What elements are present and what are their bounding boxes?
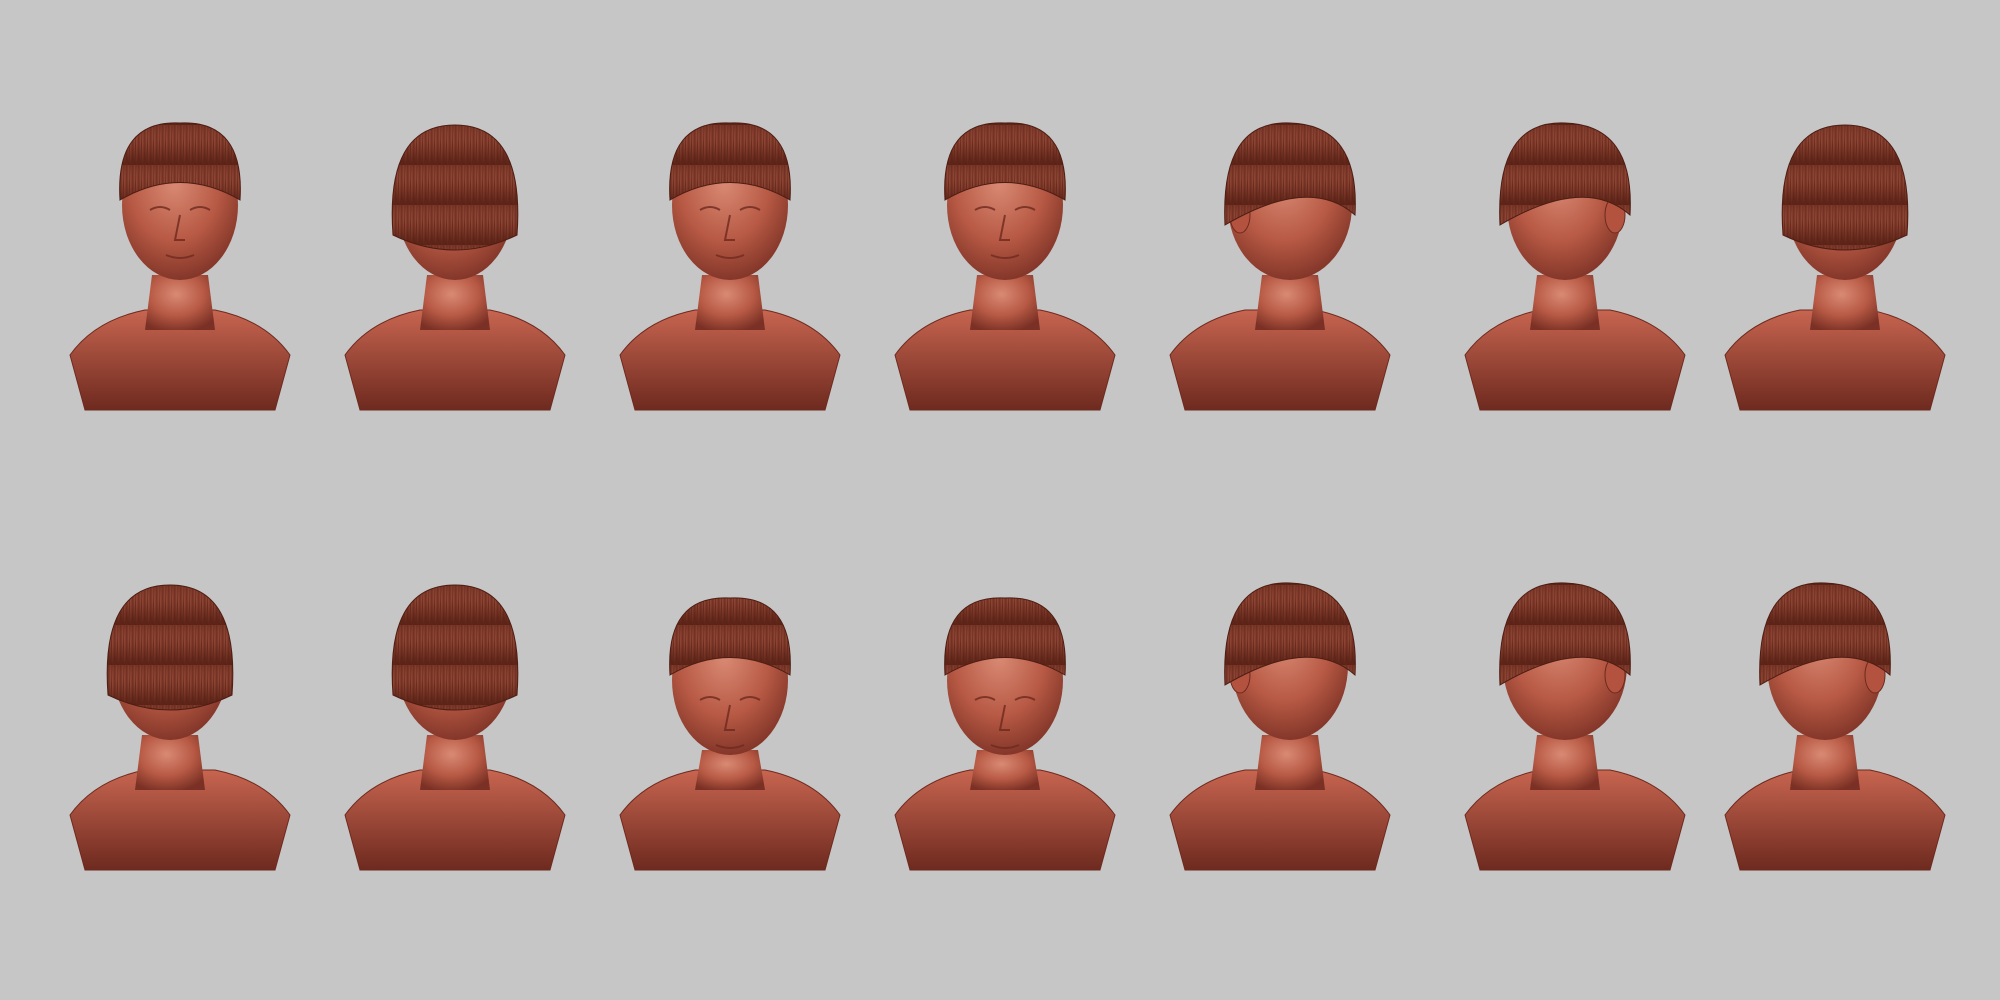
neck [1810, 275, 1880, 330]
bust-render [344, 584, 566, 871]
neck [1530, 275, 1600, 330]
hair [391, 124, 519, 251]
bust-render [619, 122, 841, 411]
hair [391, 584, 519, 711]
bust-front [880, 85, 1130, 445]
bust-left-three-quarter [1710, 545, 1960, 905]
neck [1790, 735, 1860, 790]
bust-down-tilted [880, 545, 1130, 905]
bust-front-three-quarter [605, 85, 855, 445]
bust-right-three-quarter [1155, 545, 1405, 905]
neck [1255, 275, 1325, 330]
bust-back [330, 545, 580, 905]
bust-right-profile [1155, 85, 1405, 445]
bust-render [894, 122, 1116, 411]
neck [970, 275, 1040, 330]
neck [135, 735, 205, 790]
neck [420, 735, 490, 790]
neck [1530, 735, 1600, 790]
bust-back-left [55, 545, 305, 905]
bust-render [1169, 122, 1391, 411]
bust-front-looking-down [605, 545, 855, 905]
bust-render [69, 584, 291, 871]
bust-render [344, 124, 566, 411]
bust-back-side-tilted [330, 85, 580, 445]
bust-render [1464, 582, 1686, 871]
bust-front-tilted [55, 85, 305, 445]
turnaround-sheet [0, 0, 2000, 1000]
neck [145, 275, 215, 330]
bust-left-profile [1450, 545, 1700, 905]
bust-render [1464, 122, 1686, 411]
neck [420, 275, 490, 330]
bust-render [894, 597, 1116, 871]
hair [1781, 124, 1909, 251]
bust-back-right [1710, 85, 1960, 445]
hair [106, 584, 234, 711]
bust-render [1724, 124, 1946, 411]
bust-left-three-quarter [1450, 85, 1700, 445]
neck [970, 750, 1040, 790]
neck [695, 750, 765, 790]
bust-render [1169, 582, 1391, 871]
neck [695, 275, 765, 330]
bust-render [619, 597, 841, 871]
bust-render [69, 122, 291, 411]
neck [1255, 735, 1325, 790]
bust-render [1724, 582, 1946, 871]
